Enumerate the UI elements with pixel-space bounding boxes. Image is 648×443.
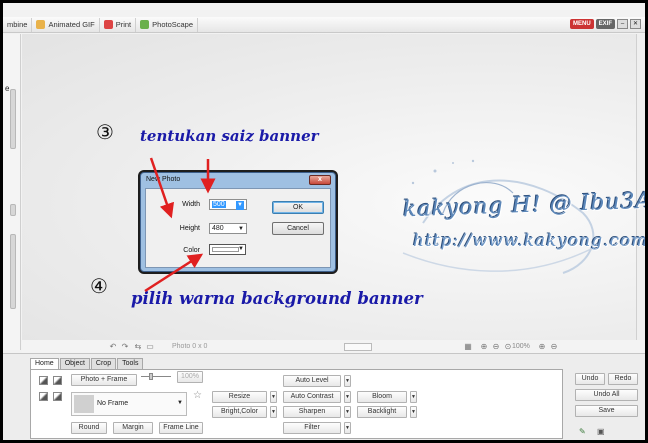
opacity-slider-knob[interactable] <box>149 373 153 380</box>
tab-home[interactable]: Home <box>30 358 59 369</box>
undo-all-button[interactable]: Undo All <box>575 389 638 401</box>
redo-button[interactable]: Redo <box>608 373 638 385</box>
photoscape-window: mbine Animated GIF Print PhotoScape MENU… <box>3 3 645 440</box>
flip-icon[interactable]: ⇆ <box>134 342 142 351</box>
auto-contrast-button[interactable]: Auto Contrast <box>283 391 341 403</box>
zoom-plus-icon[interactable]: ⊕ <box>538 342 546 351</box>
photo-info: Photo 0 x 0 <box>172 343 208 350</box>
preview-box <box>344 342 372 351</box>
sharpen-dropdown[interactable]: ▼ <box>344 406 351 418</box>
zoom-fit-icon[interactable]: ⊙ <box>504 342 512 351</box>
frame-style-icon[interactable] <box>39 392 48 401</box>
arrow-to-height <box>149 157 175 219</box>
save-disk-icon[interactable]: ▣ <box>597 427 605 436</box>
zoom-in-icon[interactable]: ⊕ <box>480 342 488 351</box>
opacity-slider[interactable] <box>141 373 171 380</box>
save-button[interactable]: Save <box>575 405 638 417</box>
frame-style-icon[interactable] <box>53 376 62 385</box>
status-bar: ↶ ↷ ⇆ ▭ Photo 0 x 0 ▦ ⊕ ⊖ ⊙ 100% ⊕ ⊖ <box>22 340 645 353</box>
arrow-to-color <box>144 253 204 293</box>
frame-style-icon[interactable] <box>53 392 62 401</box>
backlight-dropdown[interactable]: ▼ <box>410 406 417 418</box>
undo-button[interactable]: Undo <box>575 373 605 385</box>
filter-dropdown[interactable]: ▼ <box>344 422 351 434</box>
bright-color-dropdown[interactable]: ▼ <box>270 406 277 418</box>
rotate-right-icon[interactable]: ↷ <box>121 342 129 351</box>
photo-frame-button[interactable]: Photo + Frame <box>71 374 137 386</box>
round-button[interactable]: Round <box>71 422 107 434</box>
bloom-button[interactable]: Bloom <box>357 391 407 403</box>
frame-style-icon[interactable] <box>39 376 48 385</box>
bloom-dropdown[interactable]: ▼ <box>410 391 417 403</box>
filter-button[interactable]: Filter <box>283 422 341 434</box>
sharpen-button[interactable]: Sharpen <box>283 406 341 418</box>
tab-tools[interactable]: Tools <box>117 358 144 369</box>
bright-color-button[interactable]: Bright,Color <box>212 406 267 418</box>
rotate-left-icon[interactable]: ↶ <box>109 342 117 351</box>
grid-icon[interactable]: ▦ <box>464 342 472 351</box>
opacity-value[interactable]: 100% <box>177 371 203 383</box>
frame-thumbnail <box>74 395 94 413</box>
auto-level-button[interactable]: Auto Level <box>283 375 341 387</box>
frame-line-button[interactable]: Frame Line <box>159 422 203 434</box>
zoom-level: 100% <box>512 343 530 350</box>
auto-level-dropdown[interactable]: ▼ <box>344 375 351 387</box>
tab-crop[interactable]: Crop <box>90 358 117 369</box>
bottom-panel: Home Object Crop Tools Photo + Frame 100… <box>3 353 645 440</box>
resize-button[interactable]: Resize <box>212 391 267 403</box>
margin-button[interactable]: Margin <box>113 422 153 434</box>
fit-icon[interactable]: ▭ <box>146 342 154 351</box>
history-panel: Undo Redo Undo All Save ✎ ▣ <box>573 369 643 439</box>
edit-icon[interactable]: ✎ <box>579 427 586 436</box>
backlight-button[interactable]: Backlight <box>357 406 407 418</box>
auto-contrast-dropdown[interactable]: ▼ <box>344 391 351 403</box>
resize-dropdown[interactable]: ▼ <box>270 391 277 403</box>
frame-select[interactable]: No Frame ▼ <box>71 392 187 416</box>
tab-object[interactable]: Object <box>59 358 90 369</box>
bottom-tabs: Home Object Crop Tools <box>30 358 144 369</box>
favorite-star-icon[interactable]: ☆ <box>193 390 202 401</box>
zoom-minus-icon[interactable]: ⊖ <box>550 342 558 351</box>
home-tools-panel: Photo + Frame 100% No Frame ▼ ☆ Round Ma… <box>30 369 563 439</box>
frame-select-value: No Frame <box>97 400 129 407</box>
chevron-down-icon[interactable]: ▼ <box>177 400 183 406</box>
zoom-out-icon[interactable]: ⊖ <box>492 342 500 351</box>
